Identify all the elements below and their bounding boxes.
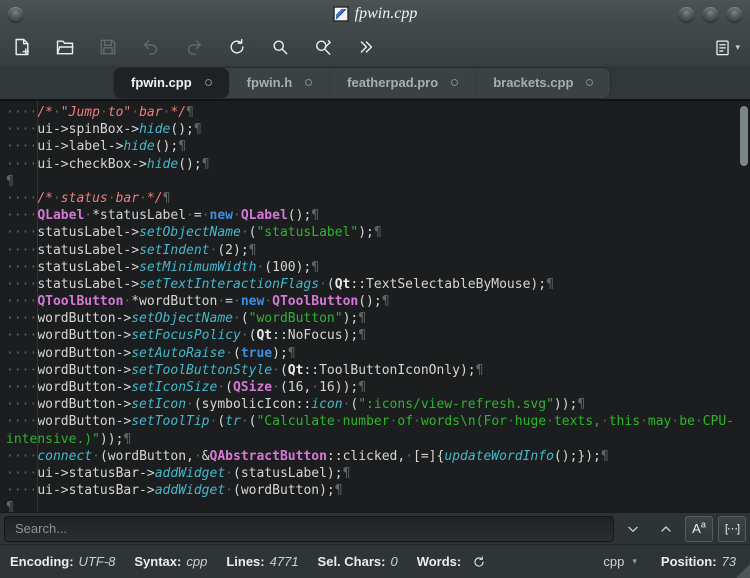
chevron-down-icon: ▾	[632, 556, 637, 566]
code-line: ····wordButton->setIconSize·(QSize·(16,·…	[6, 380, 367, 395]
code-line: ····wordButton->setToolTip·(tr·("Calcula…	[6, 414, 734, 430]
search-input[interactable]	[4, 515, 614, 542]
new-file-icon	[15, 38, 29, 56]
reload-icon	[230, 38, 244, 54]
code-line: ····/*·status·bar·*/¶	[6, 190, 171, 206]
tab-close-icon[interactable]	[305, 79, 313, 86]
undo-icon	[144, 40, 158, 55]
open-file-button[interactable]	[53, 35, 77, 59]
code-line: ····statusLabel->setTextInteractionFlags…	[6, 276, 554, 292]
encoding-status: Encoding: UTF-8	[10, 554, 116, 569]
position-status: Position: 73	[660, 554, 736, 569]
redo-button	[182, 35, 206, 59]
find-replace-button[interactable]	[311, 35, 335, 59]
tab-close-icon[interactable]	[204, 79, 212, 86]
side-pane-menu-button[interactable]: ▾	[713, 38, 740, 57]
code-line: ····wordButton->setAutoRaise·(true);¶	[6, 345, 296, 361]
open-folder-icon	[56, 40, 74, 55]
window-chrome: fpwin.cpp ▾	[0, 0, 750, 66]
close-button[interactable]	[727, 6, 742, 22]
lines-status: Lines: 4771	[226, 554, 299, 569]
code-line: ····QToolButton·*wordButton·=·new·QToolB…	[6, 294, 390, 310]
code-line: ¶	[6, 173, 14, 189]
tab-bar: fpwin.cpp fpwin.h featherpad.pro brackets.c…	[0, 66, 750, 100]
code-line: ····connect·(wordButton,·&QAbstractButto…	[6, 448, 609, 464]
window-title: fpwin.cpp	[354, 5, 418, 22]
search-previous-button[interactable]	[652, 516, 680, 542]
code-line: ····ui->statusBar->addWidget·(statusLabe…	[6, 465, 351, 481]
status-bar: Encoding: UTF-8 Syntax: cpp Lines: 4771 …	[0, 544, 750, 578]
reload-button[interactable]	[225, 35, 249, 59]
code-line: ····wordButton->setToolButtonStyle·(Qt::…	[6, 362, 484, 378]
menu-caret-icon: ▾	[735, 41, 740, 52]
words-status: Words:	[417, 553, 489, 571]
code-editor[interactable]: ····/*·"Jump·to"·bar·*/¶ ····ui->spinBox-…	[0, 100, 750, 512]
search-bar: Aa [⋯]	[0, 512, 750, 544]
minimize-button[interactable]	[679, 6, 694, 22]
featherpad-app-icon	[332, 6, 349, 22]
tab-label: featherpad.pro	[347, 75, 439, 90]
code-line: ····wordButton->setObjectName·("wordButt…	[6, 311, 367, 327]
chevron-up-icon	[661, 525, 671, 532]
tab-label: fpwin.h	[246, 75, 293, 90]
search-button[interactable]	[268, 35, 292, 59]
window-title-area: fpwin.cpp	[0, 5, 750, 23]
code-line: ····wordButton->setIcon·(symbolicIcon::i…	[6, 397, 586, 413]
save-icon	[100, 39, 116, 55]
chevron-down-icon	[628, 526, 638, 532]
double-chevron-icon	[360, 41, 373, 53]
maximize-button[interactable]	[703, 6, 718, 22]
whole-word-icon: [⋯]	[724, 523, 740, 535]
window-menu-button[interactable]	[8, 6, 23, 22]
vertical-scrollbar[interactable]	[740, 106, 748, 166]
language-selector[interactable]: cpp ▾	[603, 554, 637, 569]
code-line: ····statusLabel->setMinimumWidth·(100);¶	[6, 259, 320, 275]
resize-grip[interactable]	[736, 564, 750, 578]
code-line: ····ui->spinBox->hide();¶	[6, 122, 202, 138]
document-menu-icon	[716, 40, 730, 55]
find-replace-icon	[316, 40, 331, 55]
code-line: ····ui->statusBar->addWidget·(wordButton…	[6, 483, 343, 499]
code-line: ····statusLabel->setObjectName·("statusL…	[6, 225, 382, 241]
tab-fpwin.h[interactable]: fpwin.h	[228, 67, 330, 98]
code-line: ····/*·"Jump·to"·bar·*/¶	[6, 105, 194, 120]
search-next-button[interactable]	[619, 516, 647, 542]
match-case-icon: Aa	[692, 519, 706, 536]
toolbar: ▾	[0, 28, 750, 66]
match-case-button[interactable]: Aa	[685, 515, 713, 542]
indent-guide-line	[37, 101, 38, 512]
code-line: ····ui->label->hide();¶	[6, 139, 187, 155]
tab-label: brackets.cpp	[493, 75, 574, 90]
tab-fpwin.cpp[interactable]: fpwin.cpp	[114, 67, 229, 98]
save-button	[96, 35, 120, 59]
word-count-refresh-button[interactable]	[470, 553, 488, 571]
featherpad-window: fpwin.cpp ▾ fpwin.cpp fpwin.h featherpad.p…	[0, 0, 750, 578]
whole-word-button[interactable]: [⋯]	[718, 515, 746, 542]
sel-chars-status: Sel. Chars: 0	[317, 554, 398, 569]
search-icon	[273, 40, 288, 55]
redo-icon	[187, 40, 201, 55]
code-line: intensive.)"));¶	[6, 431, 132, 447]
undo-button	[139, 35, 163, 59]
syntax-status: Syntax: cpp	[134, 554, 208, 569]
code-line: ····statusLabel->setIndent·(2);¶	[6, 242, 257, 258]
tab-strip: fpwin.cpp fpwin.h featherpad.pro brackets.c…	[114, 67, 611, 98]
new-document-button[interactable]	[10, 35, 34, 59]
code-line: ····wordButton->setFocusPolicy·(Qt::NoFo…	[6, 328, 367, 344]
tab-brackets.cpp[interactable]: brackets.cpp	[475, 67, 610, 98]
titlebar[interactable]: fpwin.cpp	[0, 0, 750, 28]
code-line: ····QLabel·*statusLabel·=·new·QLabel();¶	[6, 208, 320, 224]
refresh-icon	[474, 555, 484, 567]
tab-label: fpwin.cpp	[131, 75, 192, 90]
more-actions-button[interactable]	[354, 35, 378, 59]
code-line: ¶	[6, 500, 14, 512]
tab-close-icon[interactable]	[586, 79, 594, 86]
tab-featherpad.pro[interactable]: featherpad.pro	[329, 67, 475, 98]
code-line: ····ui->checkBox->hide();¶	[6, 156, 210, 172]
tab-close-icon[interactable]	[451, 79, 459, 86]
